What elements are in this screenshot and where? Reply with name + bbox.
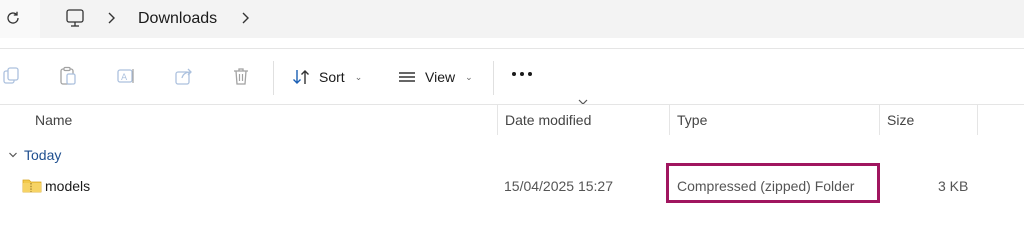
file-size: 3 KB: [938, 178, 969, 194]
column-divider: [977, 105, 978, 135]
toolbar-divider: [493, 61, 494, 95]
view-label: View: [425, 69, 456, 85]
breadcrumb-item[interactable]: Downloads: [138, 8, 217, 30]
highlight-box: [666, 163, 880, 203]
computer-icon[interactable]: [65, 8, 85, 28]
rename-icon[interactable]: A: [116, 66, 136, 86]
column-header-type[interactable]: Type: [669, 105, 879, 135]
svg-text:A: A: [121, 73, 128, 83]
command-bar: A Sort ⌄ View ⌄: [0, 48, 1024, 104]
paste-icon[interactable]: [58, 66, 78, 86]
chevron-down-icon: [9, 152, 17, 158]
more-icon-dot: [512, 72, 516, 76]
share-icon[interactable]: [174, 66, 194, 86]
delete-icon[interactable]: [231, 66, 251, 86]
chevron-right-icon[interactable]: [240, 10, 252, 26]
more-options-button[interactable]: [512, 72, 532, 76]
view-button[interactable]: View ⌄: [397, 63, 473, 91]
copy-icon[interactable]: [2, 66, 22, 86]
zip-folder-icon: [22, 179, 42, 193]
refresh-button[interactable]: [2, 6, 24, 30]
more-icon-dot: [520, 72, 524, 76]
refresh-icon: [7, 11, 19, 24]
more-icon-dot: [528, 72, 532, 76]
toolbar-divider: [273, 61, 274, 95]
sort-icon: [293, 70, 309, 84]
chevron-down-icon: ⌄: [465, 71, 473, 82]
column-header-size[interactable]: Size: [879, 105, 977, 135]
file-date-modified: 15/04/2025 15:27: [504, 178, 613, 194]
view-icon: [399, 72, 415, 82]
chevron-down-icon: ⌄: [354, 71, 363, 82]
sort-label: Sort: [319, 69, 345, 85]
sort-button[interactable]: Sort ⌄: [291, 63, 362, 91]
file-name: models: [45, 178, 91, 194]
group-header-today[interactable]: Today: [0, 144, 61, 166]
column-header-row: Name Date modified Type Size: [0, 104, 1024, 135]
column-header-date-modified[interactable]: Date modified: [497, 105, 669, 135]
column-header-name[interactable]: Name: [28, 105, 496, 135]
address-bar: Downloads: [0, 0, 1024, 38]
chevron-right-icon[interactable]: [106, 10, 118, 26]
group-label: Today: [24, 147, 62, 163]
